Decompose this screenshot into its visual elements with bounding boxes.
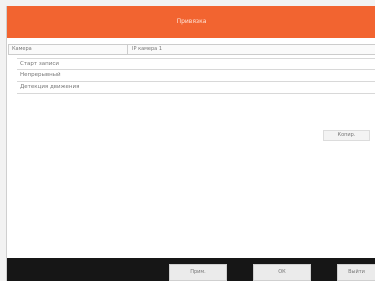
copy-button[interactable]: Копир. — [323, 130, 370, 141]
list-item-motion-detection[interactable]: Детекция движения — [17, 82, 375, 94]
camera-divider — [127, 45, 128, 54]
exit-button[interactable]: Выйти — [337, 264, 375, 281]
trigger-list: Старт записи Непрерывный Детекция движен… — [17, 58, 375, 94]
dialog-window: Привязка Камера IP камера 1 Старт записи… — [6, 6, 375, 281]
camera-label: Камера — [12, 46, 32, 52]
camera-value[interactable]: IP камера 1 — [132, 45, 162, 54]
list-item-record-start[interactable]: Старт записи — [17, 58, 375, 70]
list-item-continuous[interactable]: Непрерывный — [17, 70, 375, 82]
dialog-title: Привязка — [176, 18, 207, 25]
ok-button[interactable]: ОК — [253, 264, 311, 281]
list-item-label: Детекция движения — [20, 84, 80, 90]
title-bar: Привязка — [7, 6, 375, 38]
apply-button[interactable]: Прим. — [169, 264, 227, 281]
list-item-label: Старт записи — [20, 61, 59, 67]
list-item-label: Непрерывный — [20, 72, 61, 78]
camera-selector[interactable]: Камера IP камера 1 — [8, 44, 375, 55]
